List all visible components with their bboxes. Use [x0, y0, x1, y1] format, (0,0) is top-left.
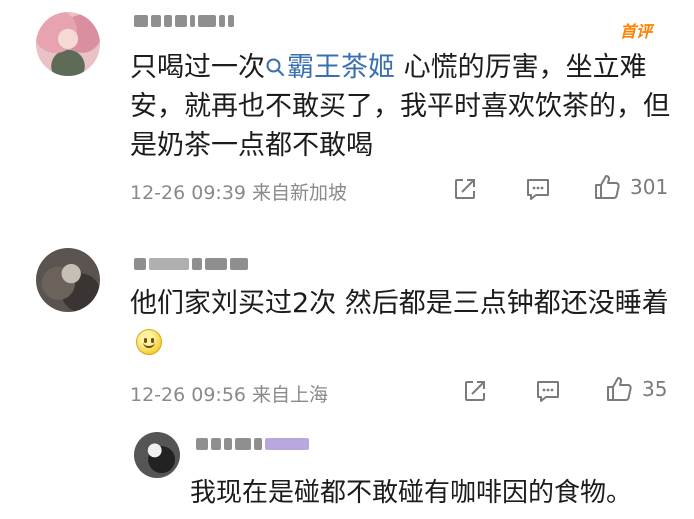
comment-text: 他们家刘买过2次 然后都是三点钟都还没睡着	[130, 284, 670, 362]
username-blurred[interactable]	[196, 438, 309, 450]
comment-text: 只喝过一次 霸王茶姬 心慌的厉害，坐立难安，就再也不敢买了，我平时喜欢饮茶的，但是…	[130, 48, 670, 165]
comment-icon	[527, 179, 549, 200]
share-icon	[455, 179, 475, 199]
share-button[interactable]	[462, 378, 488, 404]
like-button[interactable]: 35	[604, 374, 667, 404]
reply-button[interactable]	[534, 378, 562, 404]
avatar[interactable]	[134, 432, 180, 478]
comment-text-body: 他们家刘买过2次 然后都是三点钟都还没睡着	[130, 288, 669, 319]
topic-link[interactable]: 霸王茶姬	[265, 52, 395, 83]
comment-text-before: 只喝过一次	[130, 52, 265, 83]
reply-text: 我现在是碰都不敢碰有咖啡因的食物。	[190, 478, 633, 508]
comment-icon	[537, 381, 559, 402]
comment-meta: 12-26 09:39 来自新加坡	[130, 182, 348, 204]
comment-meta: 12-26 09:56 来自上海	[130, 384, 329, 406]
avatar[interactable]	[36, 12, 100, 76]
smiley-face-emoji	[136, 329, 162, 355]
like-button[interactable]: 301	[592, 172, 668, 202]
topic-label: 霸王茶姬	[287, 52, 395, 83]
comment-item: 他们家刘买过2次 然后都是三点钟都还没睡着 12-26 09:56 来自上海 3…	[0, 232, 694, 422]
avatar[interactable]	[36, 248, 100, 312]
first-comment-badge: 首评	[620, 22, 653, 41]
share-button[interactable]	[452, 176, 478, 202]
like-count: 301	[630, 175, 669, 199]
comment-item: 首评 只喝过一次 霸王茶姬 心慌的厉害，坐立难安，就再也不敢买了，我平时喜欢饮茶的…	[0, 0, 694, 232]
username-blurred[interactable]	[134, 12, 234, 30]
share-icon	[465, 381, 485, 401]
reply-item: 我现在是碰都不敢碰有咖啡因的食物。	[0, 422, 694, 519]
thumbs-up-icon	[607, 377, 632, 401]
search-icon	[266, 58, 284, 76]
reply-button[interactable]	[524, 176, 552, 202]
comment-feed: 首评 只喝过一次 霸王茶姬 心慌的厉害，坐立难安，就再也不敢买了，我平时喜欢饮茶的…	[0, 0, 694, 519]
username-blurred[interactable]	[134, 255, 248, 273]
thumbs-up-icon	[595, 175, 620, 199]
like-count: 35	[642, 377, 668, 401]
